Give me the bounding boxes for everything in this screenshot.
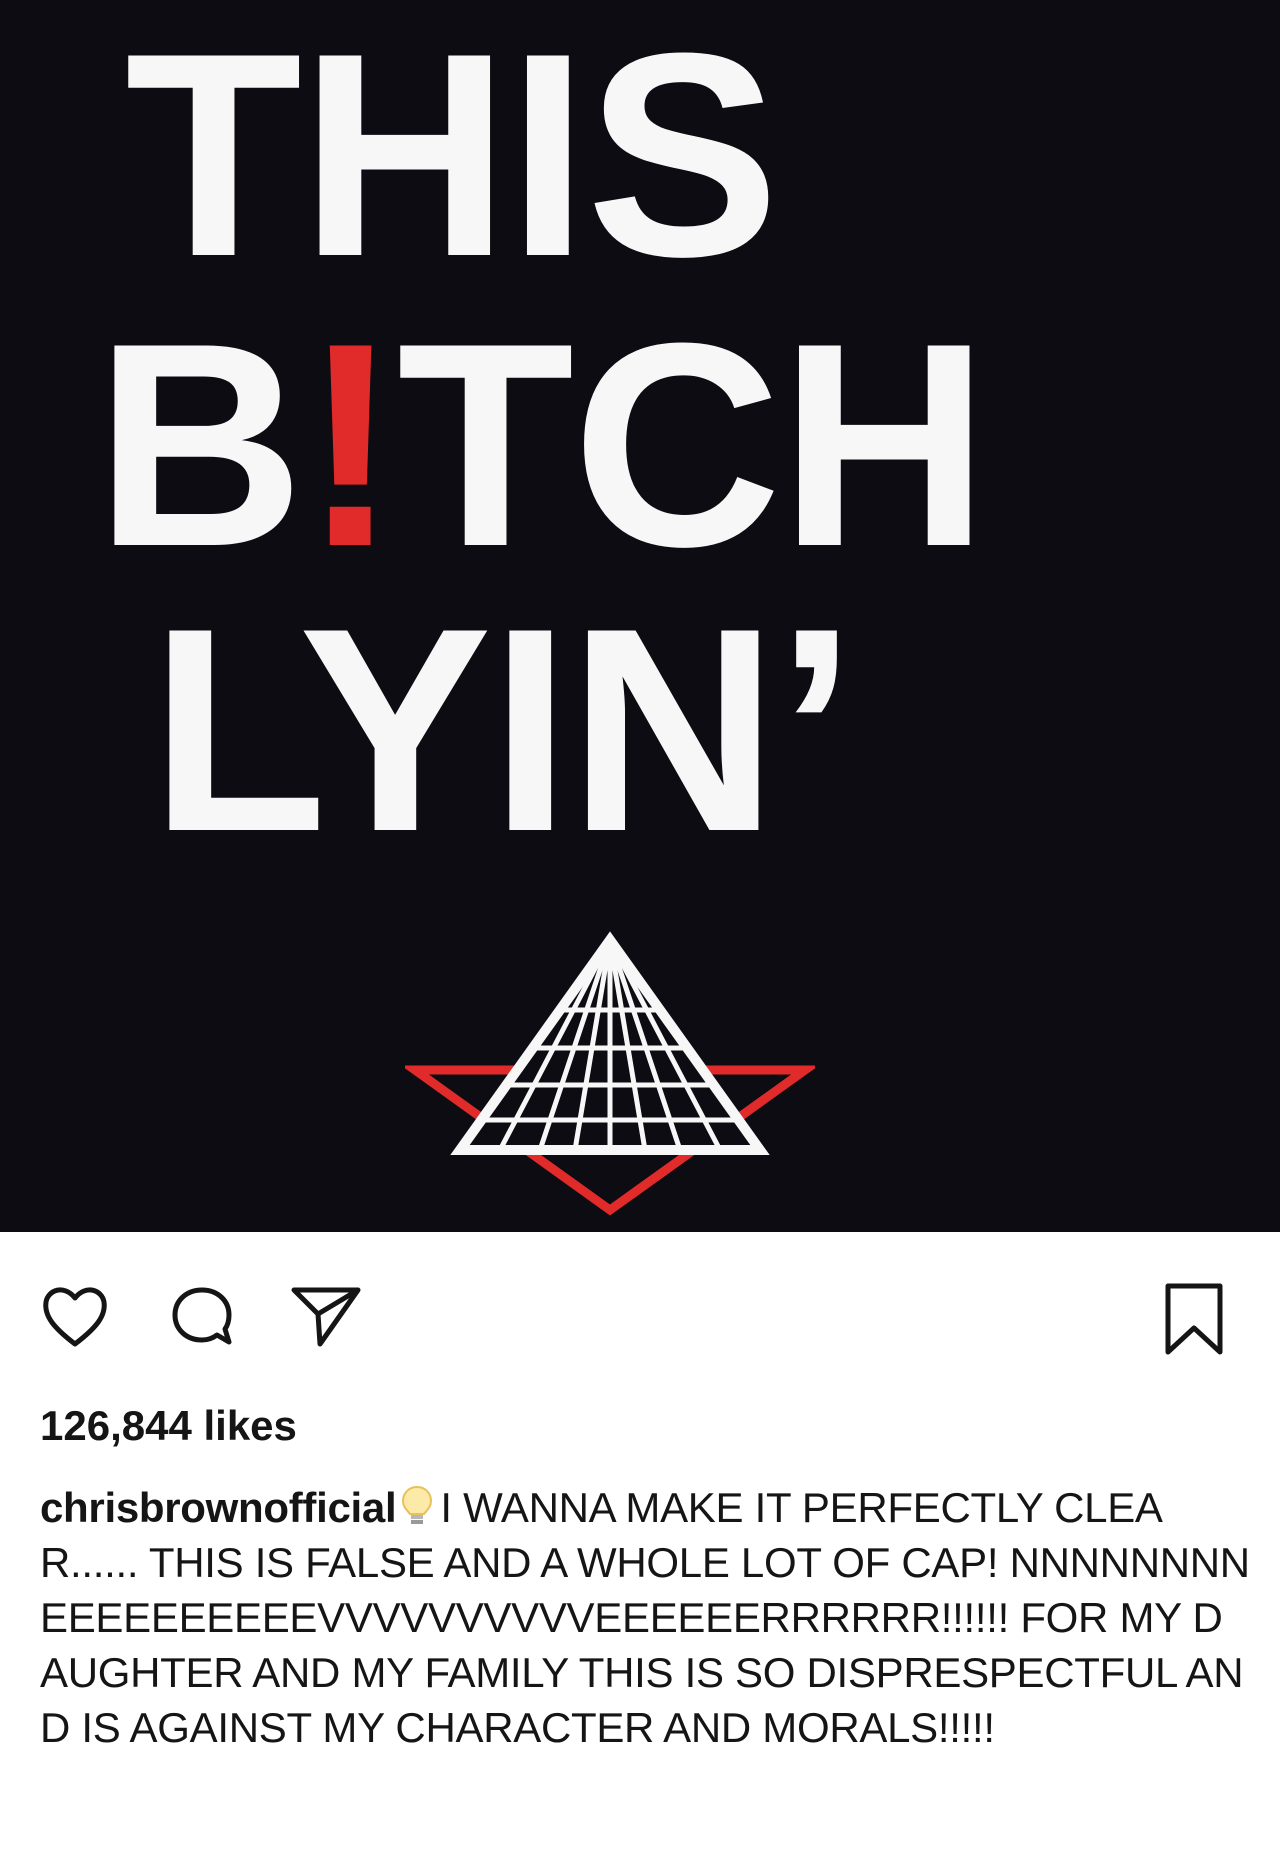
graphic-exclamation: !: [302, 283, 399, 607]
heart-icon[interactable]: [40, 1282, 110, 1352]
pyramid-logo: [405, 931, 815, 1216]
post-image[interactable]: THIS B!TCH LYIN’: [0, 0, 1280, 1232]
lightbulb-icon: [402, 1485, 433, 1524]
share-icon[interactable]: [290, 1284, 362, 1348]
post-caption: chrisbrownofficial I WANNA MAKE IT PERFEC…: [40, 1480, 1250, 1755]
graphic-line-2: B!TCH: [95, 300, 1155, 590]
graphic-line-1: THIS: [125, 0, 780, 317]
graphic-line-3: LYIN’: [150, 568, 857, 892]
post-actions-bar: [0, 1232, 1280, 1402]
comment-icon[interactable]: [170, 1284, 234, 1348]
graphic-line-2-prefix: B: [95, 283, 304, 607]
graphic-line-2-suffix: TCH: [397, 283, 989, 607]
caption-username[interactable]: chrisbrownofficial: [40, 1484, 397, 1531]
likes-count[interactable]: 126,844 likes: [40, 1402, 297, 1450]
bookmark-icon[interactable]: [1162, 1282, 1226, 1356]
